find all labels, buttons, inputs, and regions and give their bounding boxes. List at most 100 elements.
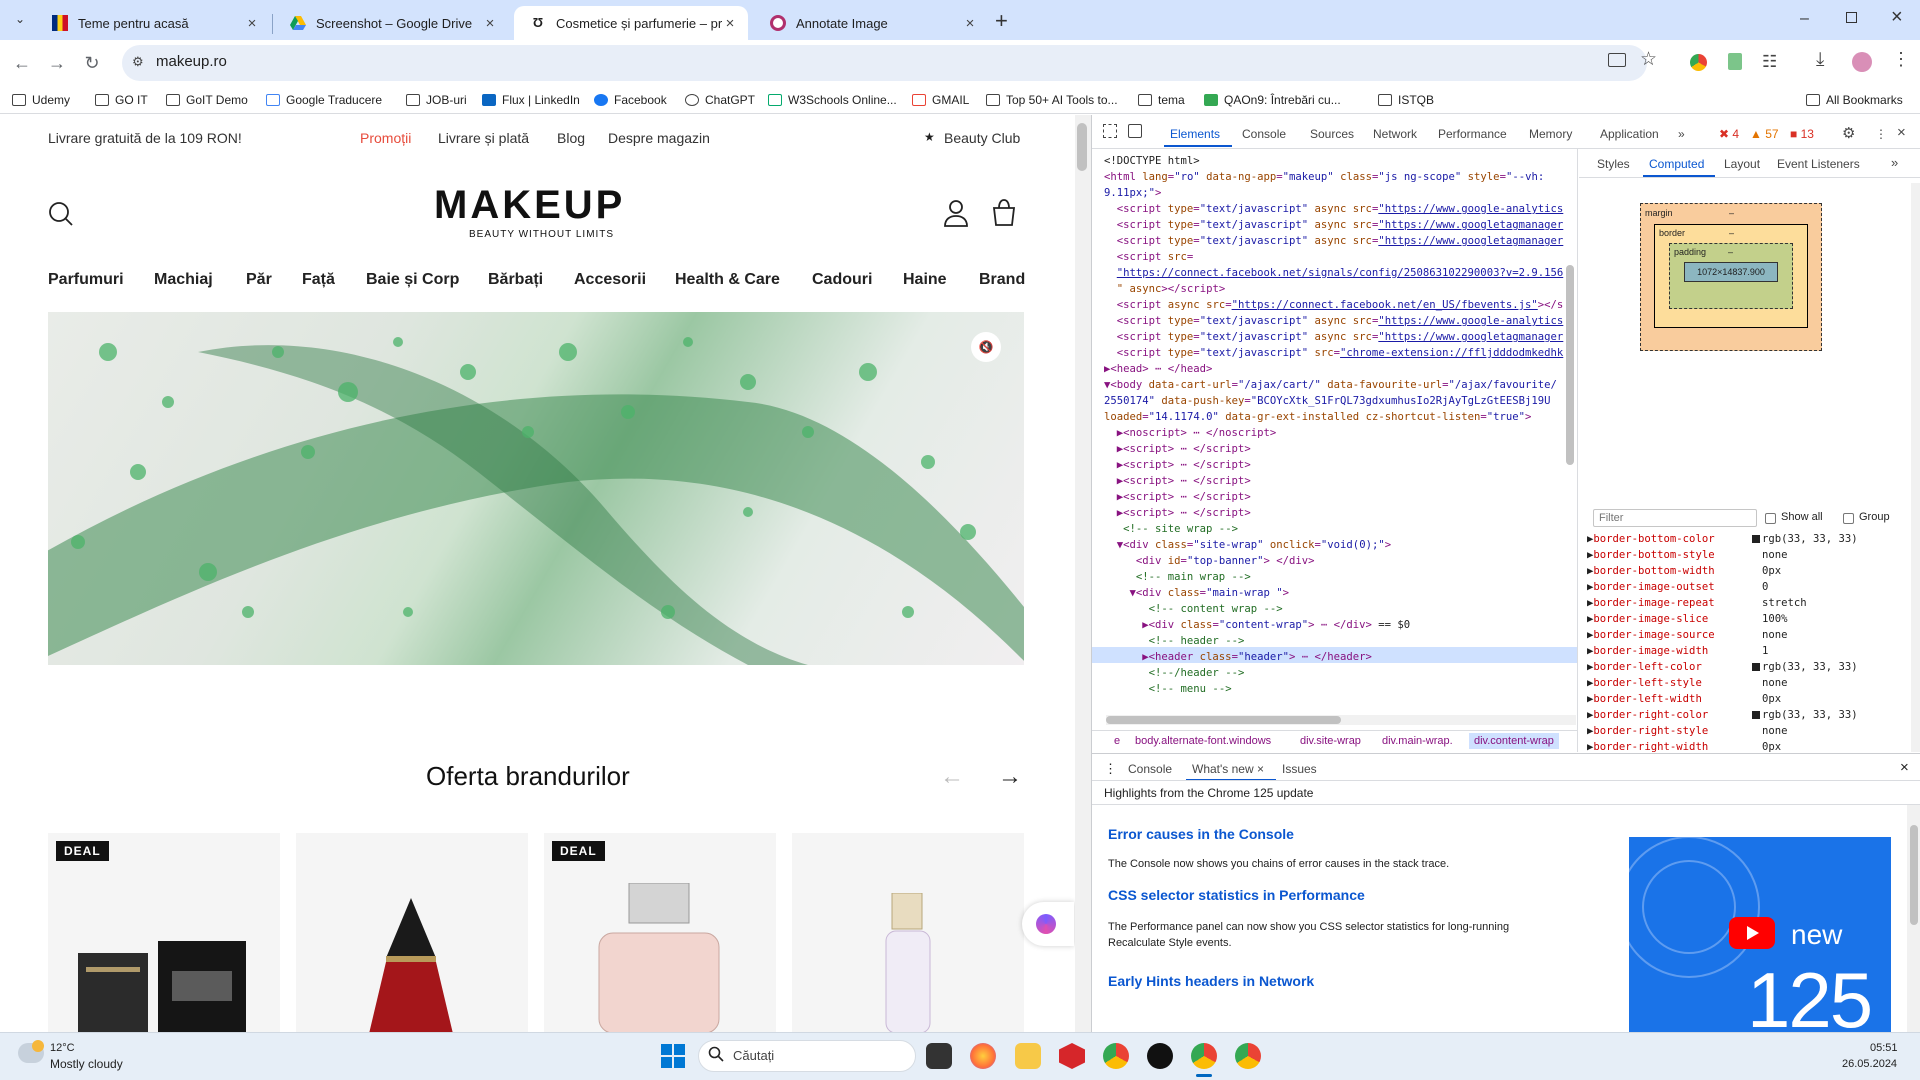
category-baie-corp[interactable]: Baie și Corp [366, 271, 459, 289]
cart-icon[interactable] [991, 198, 1017, 226]
chrome-icon[interactable] [1103, 1043, 1129, 1069]
error-count[interactable]: ✖ 4 [1719, 127, 1739, 141]
close-window-button[interactable]: × [1891, 6, 1903, 29]
product-card[interactable] [792, 833, 1024, 1032]
product-card[interactable]: DEAL [48, 833, 280, 1032]
color-swatch[interactable] [1752, 663, 1760, 671]
category-haine[interactable]: Haine [903, 271, 947, 289]
more-panes-icon[interactable]: » [1891, 155, 1898, 170]
computed-property-row[interactable]: ▶border-image-width 1 [1587, 643, 1768, 659]
nav-promotii[interactable]: Promoții [360, 130, 411, 146]
devtools-tab-network[interactable]: Network [1373, 127, 1417, 141]
drawer-tab-whats-new[interactable]: What's new × [1192, 762, 1264, 776]
settings-gear-icon[interactable]: ⚙ [1842, 124, 1855, 142]
drawer-tab-console[interactable]: Console [1128, 762, 1172, 776]
tiktok-icon[interactable] [1147, 1043, 1173, 1069]
styles-scrollbar[interactable] [1911, 183, 1920, 752]
tab-google-drive[interactable]: Screenshot – Google Drive × [274, 6, 508, 40]
devtools-tab-elements[interactable]: Elements [1170, 127, 1220, 141]
computed-property-row[interactable]: ▶border-bottom-width 0px [1587, 563, 1781, 579]
computed-property-row[interactable]: ▶border-right-width 0px [1587, 739, 1781, 752]
weather-temp[interactable]: 12°C [50, 1042, 75, 1054]
back-button[interactable]: ← [10, 51, 34, 75]
devtools-close-icon[interactable]: × [1897, 124, 1906, 141]
category-health-care[interactable]: Health & Care [675, 271, 780, 289]
tab-teme[interactable]: Teme pentru acasă × [36, 6, 270, 40]
carousel-next-button[interactable]: → [998, 763, 1022, 791]
category-parfumuri[interactable]: Parfumuri [48, 271, 124, 289]
show-all-checkbox[interactable] [1765, 513, 1776, 524]
bookmark-w3schools[interactable]: W3Schools Online... [768, 91, 897, 109]
close-icon[interactable]: × [244, 15, 260, 32]
nav-despre[interactable]: Despre magazin [608, 130, 710, 146]
all-bookmarks[interactable]: All Bookmarks [1806, 91, 1903, 109]
devtools-tab-console[interactable]: Console [1242, 127, 1286, 141]
computed-tab[interactable]: Computed [1649, 157, 1704, 171]
bookmark-tema[interactable]: tema [1138, 91, 1185, 109]
download-icon[interactable]: ⤓ [1816, 49, 1824, 71]
extension-chrome-icon[interactable] [1690, 54, 1707, 71]
bookmark-goit-demo[interactable]: GoIT Demo [166, 91, 248, 109]
category-par[interactable]: Păr [246, 271, 272, 289]
breadcrumb-item[interactable]: div.main-wrap. [1382, 735, 1453, 747]
restore-button[interactable] [1846, 12, 1857, 23]
category-cadouri[interactable]: Cadouri [812, 271, 872, 289]
bookmark-chatgpt[interactable]: ChatGPT [685, 91, 755, 109]
bookmark-go-it[interactable]: GO IT [95, 91, 148, 109]
tab-annotate[interactable]: Annotate Image × [754, 6, 988, 40]
close-icon[interactable]: × [1257, 762, 1264, 776]
assistant-bubble-icon[interactable] [1022, 902, 1074, 946]
taskbar-search[interactable] [698, 1040, 916, 1072]
computed-property-row[interactable]: ▶border-left-width 0px [1587, 691, 1781, 707]
dom-hscrollbar[interactable] [1106, 715, 1576, 725]
computed-property-row[interactable]: ▶border-left-color rgb(33, 33, 33) [1587, 659, 1858, 675]
category-machiaj[interactable]: Machiaj [154, 271, 213, 289]
chrome-profile-icon[interactable] [1235, 1043, 1261, 1069]
user-icon[interactable] [943, 199, 969, 227]
weather-icon[interactable] [18, 1040, 44, 1063]
bookmark-linkedin[interactable]: Flux | LinkedIn [482, 91, 580, 109]
mute-button[interactable]: 🔇 [971, 332, 1001, 362]
computed-filter-input[interactable]: Filter [1593, 509, 1757, 527]
profile-avatar[interactable] [1852, 52, 1872, 72]
whats-new-video[interactable]: new 125 [1629, 837, 1891, 1033]
browser-menu-icon[interactable]: ⋮ [1892, 49, 1910, 70]
hero-banner[interactable] [48, 312, 1024, 665]
dom-vscrollbar[interactable] [1566, 265, 1574, 465]
bookmark-istqb[interactable]: ISTQB [1378, 91, 1434, 109]
devtools-tab-performance[interactable]: Performance [1438, 127, 1507, 141]
clock-date[interactable]: 26.05.2024 [1842, 1058, 1897, 1070]
feature-title[interactable]: Error causes in the Console [1108, 826, 1294, 842]
event-listeners-tab[interactable]: Event Listeners [1777, 157, 1860, 171]
inspect-element-icon[interactable] [1103, 124, 1117, 138]
color-swatch[interactable] [1752, 535, 1760, 543]
forward-button[interactable]: → [45, 51, 69, 75]
drawer-tab-issues[interactable]: Issues [1282, 762, 1317, 776]
breadcrumb-item[interactable]: div.site-wrap [1300, 735, 1361, 747]
computed-property-row[interactable]: ▶border-image-outset 0 [1587, 579, 1768, 595]
computed-property-row[interactable]: ▶border-bottom-color rgb(33, 33, 33) [1587, 531, 1858, 547]
windows-start-icon[interactable] [661, 1044, 685, 1068]
computed-property-row[interactable]: ▶border-right-style none [1587, 723, 1788, 739]
nav-livrare[interactable]: Livrare și plată [438, 130, 529, 146]
computed-property-row[interactable]: ▶border-image-source none [1587, 627, 1788, 643]
site-info-icon[interactable]: ⚙ [132, 54, 148, 70]
category-brand[interactable]: Brand [979, 271, 1025, 289]
bookmark-google-traducere[interactable]: Google Traducere [266, 91, 382, 109]
devtools-tab-application[interactable]: Application [1600, 127, 1659, 141]
bookmark-facebook[interactable]: Facebook [594, 91, 667, 109]
carousel-prev-button[interactable]: ← [940, 763, 964, 791]
reload-button[interactable]: ↻ [80, 51, 104, 75]
computed-property-row[interactable]: ▶border-left-style none [1587, 675, 1788, 691]
category-barbati[interactable]: Bărbați [488, 271, 543, 289]
product-card[interactable]: DEAL [544, 833, 776, 1032]
computed-property-row[interactable]: ▶border-image-repeat stretch [1587, 595, 1807, 611]
drawer-scrollbar[interactable] [1907, 805, 1920, 1033]
bookmark-job-uri[interactable]: JOB-uri [406, 91, 467, 109]
task-view-icon[interactable] [926, 1043, 952, 1069]
breadcrumb-item[interactable]: body.alternate-font.windows [1135, 735, 1271, 747]
device-toolbar-icon[interactable] [1128, 124, 1142, 138]
bookmark-udemy[interactable]: Udemy [12, 91, 70, 109]
more-tabs-icon[interactable]: » [1678, 127, 1685, 141]
weather-desc[interactable]: Mostly cloudy [50, 1057, 123, 1071]
